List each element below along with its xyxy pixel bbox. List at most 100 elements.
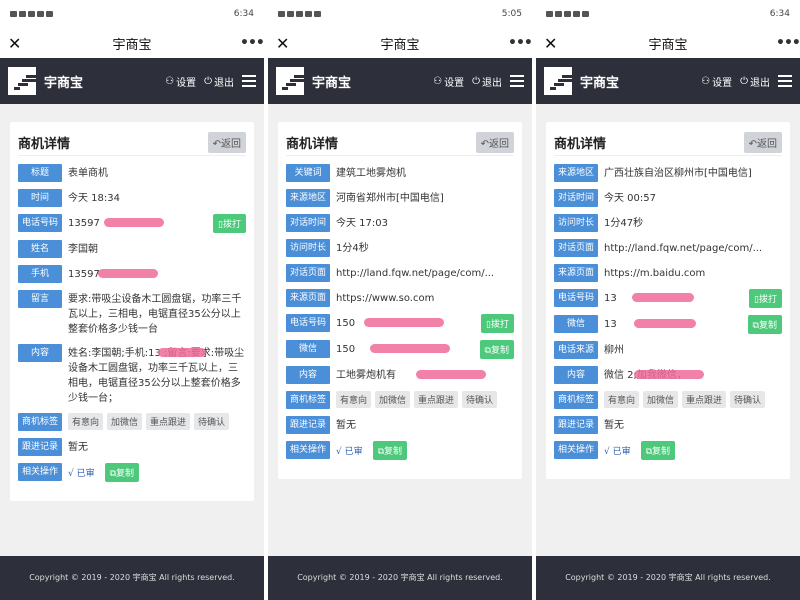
call-button[interactable]: ▯拨打 [481,314,514,333]
field-label: 电话号码 [18,214,62,232]
detail-row: 对话时间 今天 17:03 [286,214,514,232]
field-value: 150 [336,340,476,358]
redaction-mark [634,370,704,379]
tag-option[interactable]: 加微信 [107,413,143,430]
close-icon[interactable]: ✕ [276,34,292,53]
field-label: 姓名 [18,240,62,258]
status-bar: 6:34 [0,0,264,28]
back-label: 返回 [757,139,777,150]
status-icon [573,11,580,17]
logout-button[interactable]: ⏻ 退出 [740,74,770,89]
tag-option[interactable]: 有意向 [336,391,372,408]
detail-row: 电话号码 13597 ▯拨打 [18,214,246,233]
tag-option[interactable]: 有意向 [68,413,104,430]
settings-label: 设置 [712,77,733,89]
logout-button[interactable]: ⏻ 退出 [472,74,502,89]
user-icon: ⚇ [701,75,711,87]
copy-button[interactable]: ⧉复制 [640,441,676,460]
field-value: 工地雾炮机有 [336,366,514,384]
status-icons [546,11,589,17]
footer-copyright: Copyright © 2019 - 2020 宇商宝 All rights r… [536,556,800,600]
back-button[interactable]: ↶返回 [207,132,246,153]
field-label: 来源地区 [286,189,330,207]
tag-option[interactable]: 待确认 [730,391,766,408]
app-header: 宇商宝 ⚇ 设置 ⏻ 退出 [536,58,800,104]
phone-screen: 6:34 ✕ 宇商宝 ••• 宇商宝 ⚇ 设置 ⏻ 退出 商机详情 ↶返回 来源地区 广西壮族自治区柳州… [536,0,800,600]
more-icon[interactable]: ••• [508,35,532,51]
detail-row: 访问时长 1分47秒 [554,214,782,232]
field-label: 电话号码 [554,289,598,307]
logo-icon [276,67,312,95]
button-label: 拨打 [222,220,241,230]
logout-label: 退出 [482,77,502,89]
tag-option[interactable]: 重点跟进 [414,391,459,408]
logout-label: 退出 [750,77,770,89]
logout-button[interactable]: ⏻ 退出 [204,74,234,89]
detail-row: 电话号码 13 ▯拨打 [554,289,782,308]
call-button[interactable]: ▯拨打 [749,289,782,308]
status-icon [278,11,285,17]
settings-button[interactable]: ⚇ 设置 [433,74,464,89]
audit-status: √ 已审 [336,447,363,457]
menu-icon[interactable] [778,75,792,87]
field-label: 跟进记录 [286,416,330,434]
follow-row: 跟进记录 暂无 [18,438,246,456]
status-icon [305,11,312,17]
tag-option[interactable]: 待确认 [194,413,230,430]
copy-button[interactable]: ⧉复制 [479,340,514,359]
detail-row: 对话时间 今天 00:57 [554,189,782,207]
field-label: 对话页面 [554,239,598,257]
field-label: 手机 [18,265,62,283]
field-value: 表单商机 [68,168,108,179]
field-value: 要求:带吸尘设备木工圆盘锯，功率三千瓦以上，三相电，电锯直径35公分以上整套价格… [68,294,242,335]
more-icon[interactable]: ••• [776,35,800,51]
card-header: 商机详情 ↶返回 [286,130,514,156]
close-icon[interactable]: ✕ [544,34,560,53]
tag-option[interactable]: 加微信 [375,391,411,408]
close-icon[interactable]: ✕ [8,34,24,53]
tag-option[interactable]: 待确认 [462,391,498,408]
field-value: 姓名:李国朝;手机:13 ;留言:要求:带吸尘设备木工圆盘锯，功率三千瓦以上，三… [68,348,245,404]
field-label: 来源地区 [554,164,598,182]
detail-row: 时间 今天 18:34 [18,189,246,207]
tag-option[interactable]: 加微信 [643,391,679,408]
menu-icon[interactable] [510,75,524,87]
tag-option[interactable]: 重点跟进 [682,391,727,408]
screens-container: 6:34 ✕ 宇商宝 ••• 宇商宝 ⚇ 设置 ⏻ 退出 商机详情 ↶返回 标题 表单商机 时间 今天 18… [0,0,800,600]
tag-option[interactable]: 有意向 [604,391,640,408]
app-header: 宇商宝 ⚇ 设置 ⏻ 退出 [0,58,264,104]
call-button[interactable]: ▯拨打 [213,214,246,233]
title-bar: ✕ 宇商宝 ••• [0,28,264,58]
button-label: 复制 [758,321,777,331]
tag-option[interactable]: 重点跟进 [146,413,191,430]
detail-row: 电话来源 柳州 [554,341,782,359]
user-icon: ⚇ [165,75,175,87]
field-label: 相关操作 [18,463,62,481]
field-label: 时间 [18,189,62,207]
copy-button[interactable]: ⧉复制 [104,463,140,482]
field-label: 关键词 [286,164,330,182]
back-button[interactable]: ↶返回 [475,132,514,153]
field-label: 来源页面 [286,289,330,307]
status-icon [564,11,571,17]
status-icon [555,11,562,17]
copy-button[interactable]: ⧉复制 [372,441,408,460]
status-icon [582,11,589,17]
field-label: 标题 [18,164,62,182]
detail-row: 微信 150 ⧉复制 [286,340,514,359]
menu-icon[interactable] [242,75,256,87]
settings-button[interactable]: ⚇ 设置 [165,74,196,89]
field-label: 对话时间 [286,214,330,232]
copy-button[interactable]: ⧉复制 [747,315,782,334]
settings-label: 设置 [176,77,197,89]
power-icon: ⏻ [472,75,480,87]
field-label: 访问时长 [286,239,330,257]
app-header: 宇商宝 ⚇ 设置 ⏻ 退出 [268,58,532,104]
more-icon[interactable]: ••• [240,35,264,51]
back-button[interactable]: ↶返回 [743,132,782,153]
detail-row: 内容 工地雾炮机有 [286,366,514,384]
field-value: 13597 [68,265,246,283]
field-label: 对话页面 [286,264,330,282]
settings-button[interactable]: ⚇ 设置 [701,74,732,89]
tags-row: 商机标签 有意向 加微信 重点跟进 待确认 [286,391,514,409]
